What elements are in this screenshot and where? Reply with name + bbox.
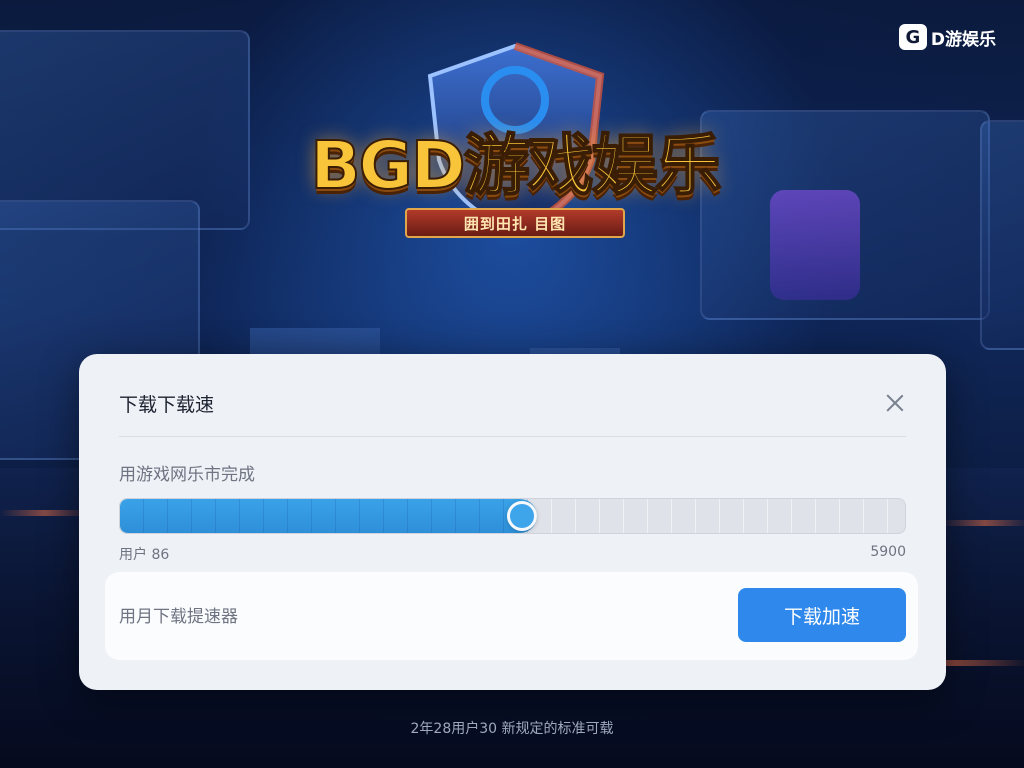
dialog-header: 下载下载速 (119, 388, 906, 418)
dialog-footer-panel: 用月下载提速器 下载加速 (105, 572, 918, 660)
progress-fill (120, 499, 537, 533)
progress-right-label: 5900 (870, 544, 906, 560)
download-accelerate-button[interactable]: 下载加速 (738, 588, 906, 642)
dialog-title: 下载下载速 (119, 393, 215, 416)
bottom-notice-text: 2年28用户30 新规定的标准可载 (410, 721, 614, 737)
progress-knob[interactable] (507, 501, 537, 531)
progress-fill-segments (120, 499, 537, 533)
download-dialog: 下载下载速 用游戏网乐市完成 用户 86 5900 用月下载提速器 下载加速 (79, 354, 946, 690)
brand-badge-icon: G (898, 24, 927, 50)
bg-light-stripe (0, 510, 90, 516)
corner-brand-text: D游娱乐 (930, 29, 996, 50)
progress-left-label: 用户 86 (119, 547, 170, 563)
download-progress-bar (119, 498, 906, 534)
main-game-logo: BGD游戏娱乐 囲到田扎 目图 (285, 40, 745, 240)
bg-monitor-far-right (980, 120, 1024, 350)
close-icon[interactable] (884, 392, 906, 414)
logo-title: BGD游戏娱乐 (309, 126, 722, 205)
bg-purple-screen (770, 190, 860, 300)
footer-hint-text: 用月下载提速器 (119, 607, 238, 627)
logo-subtitle: 囲到田扎 目图 (405, 208, 625, 238)
dialog-divider (119, 436, 906, 437)
download-status-text: 用游戏网乐市完成 (119, 465, 255, 485)
corner-brand-logo: G D游娱乐 (898, 24, 996, 50)
bg-light-stripe (940, 520, 1024, 526)
